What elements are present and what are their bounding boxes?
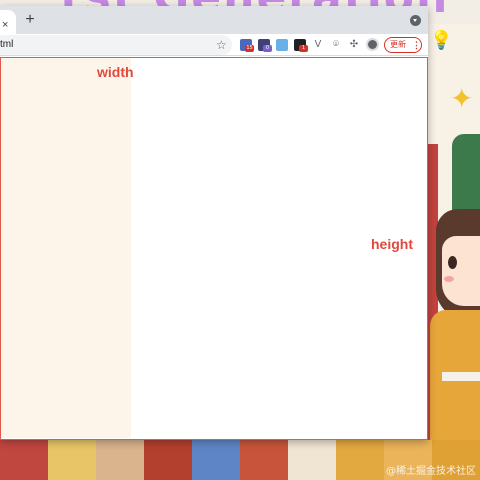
extension-icon-1[interactable]: 15	[240, 39, 254, 52]
extension-badge-4: 1	[299, 45, 308, 52]
page-viewport: width height	[0, 57, 428, 440]
wallpaper-pattern-block	[240, 440, 288, 480]
extension-badge-1: 15	[245, 45, 254, 52]
tab-search-icon[interactable]	[410, 15, 421, 26]
browser-toolbar: tml ☆ 15 0 1 V ⌾ ✣ 更新 ⋮	[0, 34, 428, 56]
camera-icon[interactable]: ⌾	[330, 38, 342, 52]
puzzle-extensions-icon[interactable]: ✣	[348, 38, 360, 52]
extension-badge-2: 0	[263, 45, 272, 52]
left-panel	[1, 58, 131, 438]
wallpaper-pattern-block	[96, 440, 144, 480]
bookmark-star-icon[interactable]: ☆	[216, 38, 227, 52]
address-bar[interactable]: tml ☆	[0, 35, 232, 55]
lightbulb-icon: 💡	[430, 30, 453, 50]
extension-icon-3[interactable]	[276, 39, 288, 51]
width-label: width	[97, 64, 134, 80]
extension-icon-4[interactable]: 1	[294, 39, 308, 52]
wallpaper-pattern-block	[192, 440, 240, 480]
new-tab-button[interactable]: +	[22, 12, 38, 28]
close-icon[interactable]: ×	[2, 18, 8, 32]
extension-icon-2[interactable]: 0	[258, 39, 272, 52]
star-decoration-icon: ✦	[450, 83, 474, 114]
tab-strip: × +	[0, 6, 428, 34]
v-extension-icon[interactable]: V	[312, 38, 324, 52]
wallpaper-pattern-block	[336, 440, 384, 480]
height-label: height	[371, 236, 413, 252]
more-menu-icon[interactable]: ⋮	[412, 37, 421, 53]
wallpaper-pattern-block	[288, 440, 336, 480]
wallpaper-illustration: 💡 ✦	[428, 24, 480, 480]
wallpaper-pattern-block	[48, 440, 96, 480]
browser-window: × + tml ☆ 15 0 1 V ⌾ ✣ 更新 ⋮ width height	[0, 6, 428, 440]
wallpaper-pattern-block	[144, 440, 192, 480]
url-text[interactable]: tml	[0, 39, 13, 51]
watermark: @稀土掘金技术社区	[386, 466, 476, 477]
wallpaper-pattern-block	[0, 440, 48, 480]
profile-avatar[interactable]	[366, 38, 379, 51]
active-tab[interactable]: ×	[0, 10, 16, 34]
